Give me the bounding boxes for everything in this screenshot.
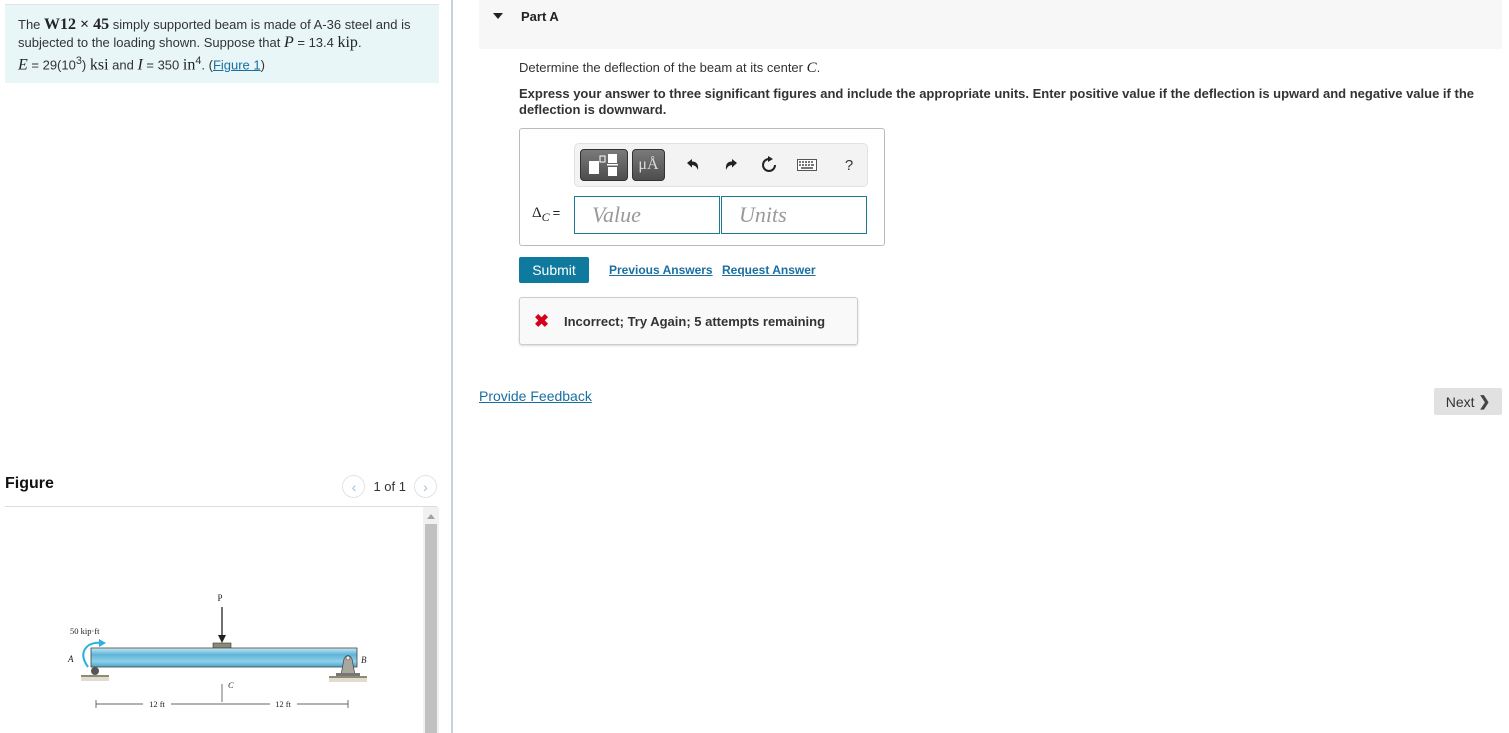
templates-button[interactable]: [580, 149, 628, 181]
templates-icon: [589, 154, 618, 176]
figure-pager: ‹ 1 of 1 ›: [342, 475, 437, 498]
span-left-label: 12 ft: [149, 699, 165, 709]
keyboard-icon[interactable]: [796, 154, 818, 176]
feedback-text: Incorrect; Try Again; 5 attempts remaini…: [564, 314, 826, 329]
support-b-label: B: [361, 655, 367, 665]
load-plate: [212, 642, 232, 649]
redo-icon[interactable]: [720, 154, 742, 176]
figure-viewport: P 50 kip·ft A B C 12 ft 12 ft: [5, 507, 439, 733]
support-a-label: A: [67, 654, 74, 664]
roller-support-a: [91, 667, 99, 675]
problem-statement: The W12 × 45 simply supported beam is ma…: [5, 4, 439, 83]
chevron-right-icon[interactable]: ›: [414, 475, 437, 498]
delta-subscript: C: [541, 210, 550, 224]
caret-down-icon[interactable]: [493, 13, 503, 19]
figure-title: Figure: [5, 475, 54, 492]
question-prefix: Determine the deflection of the beam at …: [519, 60, 807, 75]
scroll-up-arrow-icon[interactable]: [423, 509, 439, 523]
question-text: Determine the deflection of the beam at …: [519, 60, 820, 77]
units-label: μÅ: [638, 156, 659, 173]
units-button[interactable]: μÅ: [632, 149, 665, 181]
question-suffix: .: [816, 60, 821, 75]
modulus-symbol: E: [18, 56, 28, 74]
problem-text: and: [108, 57, 138, 73]
figure-header: Figure ‹ 1 of 1 ›: [5, 472, 437, 507]
submit-button[interactable]: Submit: [519, 257, 589, 283]
answer-label: ΔC =: [532, 205, 560, 225]
equals-sign: =: [552, 205, 561, 220]
next-label: Next: [1445, 393, 1475, 410]
inertia-value: = 350: [142, 57, 183, 73]
request-answer-link[interactable]: Request Answer: [722, 263, 816, 277]
center-label: C: [228, 680, 234, 690]
load-unit: kip: [337, 34, 358, 51]
help-button[interactable]: ?: [838, 154, 860, 176]
load-value: = 13.4: [293, 35, 338, 50]
chevron-right-icon: ❯: [1478, 393, 1491, 409]
value-input[interactable]: Value: [574, 196, 720, 234]
ground-a-fill: [81, 677, 109, 681]
moment-arrow-head: [99, 639, 106, 647]
span-right-label: 12 ft: [275, 699, 291, 709]
ground-b-fill: [329, 678, 367, 682]
panel-divider[interactable]: [451, 0, 453, 733]
load-symbol: P: [283, 34, 294, 51]
undo-icon[interactable]: [682, 154, 704, 176]
pin: [345, 655, 351, 661]
load-arrow-head: [218, 635, 226, 643]
previous-answers-link[interactable]: Previous Answers: [609, 263, 713, 277]
part-a-header[interactable]: Part A: [479, 0, 1502, 49]
moment-label: 50 kip·ft: [70, 626, 100, 636]
incorrect-x-icon: ✖: [534, 311, 550, 331]
problem-text: . (: [201, 57, 213, 73]
pin-base: [336, 673, 360, 676]
pager-text: 1 of 1: [373, 479, 406, 494]
math-toolbar: μÅ ?: [574, 143, 868, 187]
units-input[interactable]: Units: [721, 196, 867, 234]
feedback-message: ✖ Incorrect; Try Again; 5 attempts remai…: [519, 297, 858, 345]
next-button[interactable]: Next ❯: [1434, 388, 1502, 415]
beam: [90, 647, 358, 668]
problem-text: .: [357, 35, 362, 50]
chevron-left-icon[interactable]: ‹: [342, 475, 366, 498]
delta-symbol: Δ: [532, 205, 542, 221]
problem-text: ): [260, 57, 265, 73]
figure-scrollbar[interactable]: [423, 507, 439, 733]
left-panel: The W12 × 45 simply supported beam is ma…: [0, 0, 452, 733]
figure-link[interactable]: Figure 1: [213, 57, 261, 72]
question-symbol: C: [806, 60, 817, 76]
reset-icon[interactable]: [758, 154, 780, 176]
modulus-unit: ksi: [89, 56, 109, 74]
modulus-close: ): [81, 57, 90, 73]
modulus-value: = 29(10: [27, 57, 76, 73]
scrollbar-thumb[interactable]: [425, 524, 437, 733]
answer-box: μÅ ? ΔC = Value Units: [519, 128, 885, 246]
provide-feedback-link[interactable]: Provide Feedback: [479, 388, 592, 404]
inertia-unit: in: [182, 56, 196, 74]
load-label: P: [217, 593, 222, 603]
beam-diagram: P 50 kip·ft A B C 12 ft 12 ft: [67, 593, 367, 709]
problem-text: The: [18, 17, 45, 32]
part-title: Part A: [521, 9, 559, 24]
answer-instructions: Express your answer to three significant…: [519, 86, 1474, 117]
beam-section: W12 × 45: [44, 16, 110, 33]
